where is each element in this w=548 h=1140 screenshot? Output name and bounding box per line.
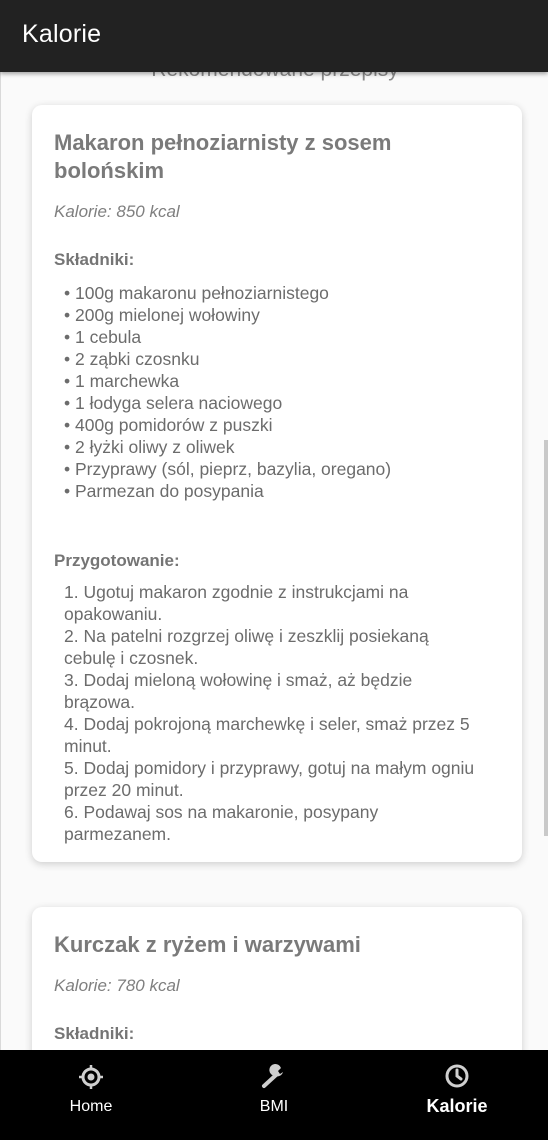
step-item: 1. Ugotuj makaron zgodnie z instrukcjami…	[64, 582, 409, 624]
recipes-scroll-area[interactable]: Rekomendowane przepisy Makaron pełnoziar…	[0, 72, 548, 1050]
ingredient-item: • 400g pomidorów z puszki	[64, 415, 273, 435]
nav-item-bmi[interactable]: BMI	[183, 1050, 365, 1140]
step-item: 2. Na patelni rozgrzej oliwę i zeszklij …	[64, 626, 429, 668]
recipe-card: Makaron pełnoziarnisty z sosem bolońskim…	[32, 105, 522, 862]
app-title: Kalorie	[22, 20, 102, 48]
ingredients-label: Składniki:	[54, 1024, 135, 1043]
app-bar: Kalorie	[0, 0, 548, 72]
nav-item-kalorie[interactable]: Kalorie	[366, 1050, 548, 1140]
nav-label-home: Home	[69, 1098, 113, 1115]
recipe-title: Makaron pełnoziarnisty z sosem bolońskim	[54, 130, 392, 183]
bottom-navigation: Home BMI Kalorie	[0, 1050, 548, 1140]
ingredient-item: • Przyprawy (sól, pieprz, bazylia, orega…	[64, 459, 392, 479]
scrollbar[interactable]	[544, 440, 548, 836]
ingredient-item: • 2 łyżki oliwy z oliwek	[64, 437, 235, 457]
ingredient-item: • 1 cebula	[64, 327, 142, 347]
recipe-calories: Kalorie: 850 kcal	[54, 202, 180, 221]
recipe-card: Kurczak z ryżem i warzywami Kalorie: 780…	[32, 907, 522, 1050]
ingredient-item: • 100g makaronu pełnoziarnistego	[64, 283, 329, 303]
recipe-calories: Kalorie: 780 kcal	[54, 976, 180, 995]
step-item: 3. Dodaj mieloną wołowinę i smaż, aż będ…	[64, 670, 413, 712]
ingredients-list: • 100g makaronu pełnoziarnistego • 200g …	[54, 282, 500, 502]
step-item: 6. Podawaj sos na makaronie, posypany pa…	[64, 802, 379, 844]
ingredient-item: • 1 marchewka	[64, 371, 180, 391]
nav-item-home[interactable]: Home	[0, 1050, 182, 1140]
ingredient-item: • 1 łodyga selera naciowego	[64, 393, 283, 413]
clock-icon	[444, 1064, 470, 1090]
step-item: 5. Dodaj pomidory i przyprawy, gotuj na …	[64, 758, 475, 800]
preparation-label: Przygotowanie:	[54, 551, 180, 570]
section-title: Rekomendowane przepisy	[1, 72, 548, 82]
ingredient-item: • 200g mielonej wołowiny	[64, 305, 260, 325]
preparation-steps: 1. Ugotuj makaron zgodnie z instrukcjami…	[54, 581, 484, 845]
ingredients-label: Składniki:	[54, 250, 135, 269]
crosshair-icon	[78, 1064, 104, 1090]
ingredient-item: • Parmezan do posypania	[64, 481, 264, 501]
nav-label-bmi: BMI	[259, 1098, 289, 1115]
recipe-title: Kurczak z ryżem i warzywami	[54, 932, 361, 957]
ingredient-item: • 2 ząbki czosnku	[64, 349, 200, 369]
nav-label-kalorie: Kalorie	[426, 1096, 488, 1116]
wrench-icon	[261, 1064, 287, 1090]
step-item: 4. Dodaj pokrojoną marchewkę i seler, sm…	[64, 714, 470, 756]
